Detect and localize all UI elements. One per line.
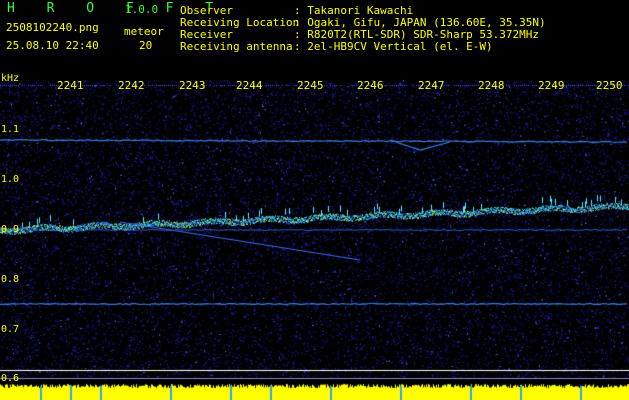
y-tick-0-9: 0.9 [1, 224, 20, 235]
y-tick-0-7: 0.7 [1, 324, 20, 335]
x-tick-2241: 2241 [57, 79, 84, 92]
y-tick-1-1: 1.1 [1, 124, 20, 135]
x-tick-2247: 2247 [418, 79, 445, 92]
spectrogram-canvas [0, 72, 629, 400]
x-tick-2244: 2244 [236, 79, 263, 92]
x-tick-2242: 2242 [118, 79, 145, 92]
x-tick-2245: 2245 [297, 79, 324, 92]
file-name: 2508102240.png [6, 21, 99, 34]
meteor-count: 20 [139, 39, 153, 52]
x-tick-2246: 2246 [357, 79, 384, 92]
app-version: 1.0.0 [125, 3, 159, 16]
y-tick-1-0: 1.0 [1, 174, 20, 185]
info-value-antenna: : 2el-HB9CV Vertical (el. E-W) [294, 40, 493, 53]
x-tick-2249: 2249 [538, 79, 565, 92]
x-tick-2250: 2250 [596, 79, 623, 92]
y-tick-0-6: 0.6 [1, 373, 20, 384]
y-tick-0-8: 0.8 [1, 274, 20, 285]
info-key-antenna: Receiving antenna [180, 40, 293, 53]
y-axis-unit: kHz [1, 73, 20, 84]
x-tick-2248: 2248 [478, 79, 505, 92]
x-tick-2243: 2243 [179, 79, 206, 92]
meteor-label: meteor [124, 25, 164, 38]
header-panel: H R O F F T 1.0.0 2508102240.png 25.08.1… [0, 0, 629, 72]
file-datetime: 25.08.10 22:40 [6, 39, 99, 52]
